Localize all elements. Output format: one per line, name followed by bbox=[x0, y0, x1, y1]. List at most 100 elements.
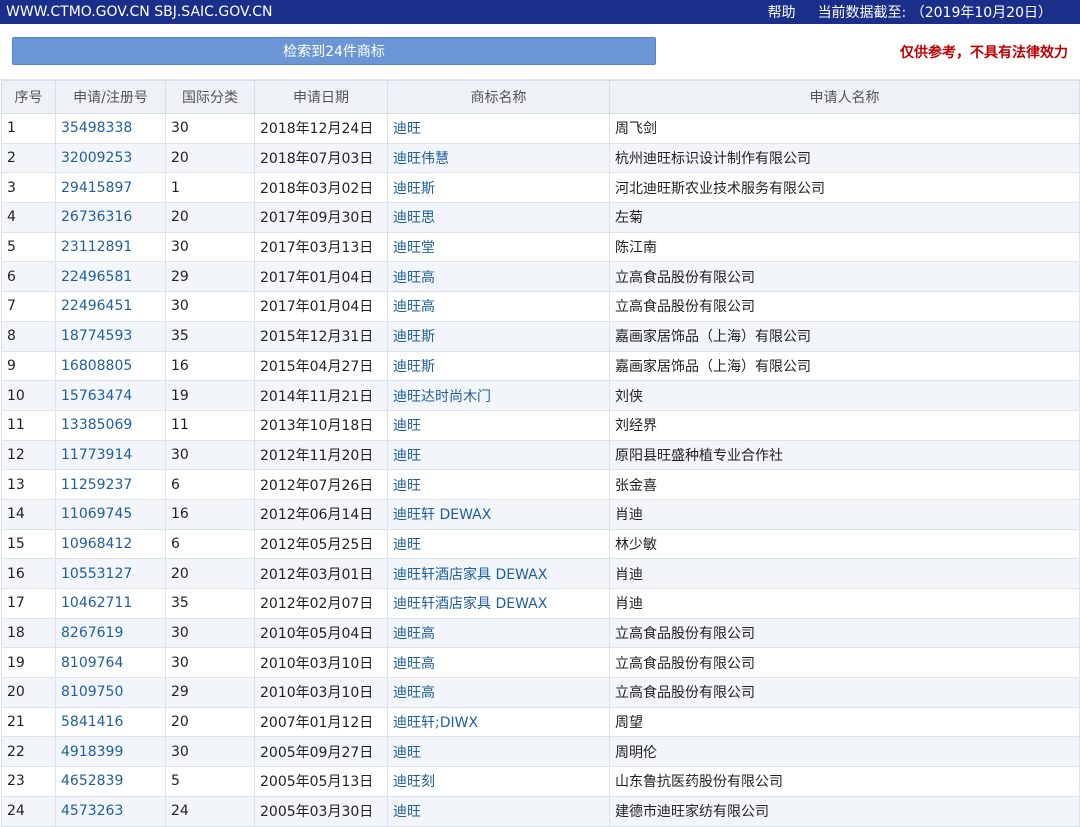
mark-name-link[interactable]: 迪旺斯 bbox=[387, 350, 610, 382]
reg-number-link[interactable]: 32009253 bbox=[55, 142, 166, 174]
applicant-name: 立高食品股份有限公司 bbox=[609, 647, 1080, 679]
applicant-name: 张金喜 bbox=[609, 469, 1080, 500]
reg-number-link[interactable]: 16808805 bbox=[55, 350, 166, 382]
mark-name-link[interactable]: 迪旺轩;DIWX bbox=[387, 706, 610, 738]
row-index: 13 bbox=[1, 469, 56, 500]
apply-date: 2010年03月10日 bbox=[254, 647, 388, 679]
reg-number-link[interactable]: 15763474 bbox=[55, 380, 166, 411]
table-row: 8 18774593 35 2015年12月31日 迪旺斯 嘉画家居饰品（上海）有限公司 bbox=[1, 320, 1080, 352]
reg-number-link[interactable]: 8109750 bbox=[55, 677, 166, 708]
applicant-name: 杭州迪旺标识设计制作有限公司 bbox=[609, 142, 1080, 174]
table-row: 5 23112891 30 2017年03月13日 迪旺堂 陈江南 bbox=[1, 231, 1080, 263]
applicant-name: 刘经界 bbox=[609, 409, 1080, 441]
intl-class: 20 bbox=[165, 142, 255, 174]
table-row: 20 8109750 29 2010年03月10日 迪旺高 立高食品股份有限公司 bbox=[1, 677, 1080, 708]
intl-class: 6 bbox=[165, 528, 255, 560]
intl-class: 29 bbox=[165, 261, 255, 293]
apply-date: 2017年01月04日 bbox=[254, 261, 388, 293]
data-date-info: 当前数据截至: （2019年10月20日） bbox=[818, 2, 1052, 22]
table-row: 18 8267619 30 2010年05月04日 迪旺高 立高食品股份有限公司 bbox=[1, 617, 1080, 649]
mark-name-link[interactable]: 迪旺 bbox=[387, 113, 610, 144]
mark-name-link[interactable]: 迪旺 bbox=[387, 528, 610, 560]
reg-number-link[interactable]: 8267619 bbox=[55, 617, 166, 649]
row-index: 5 bbox=[1, 231, 56, 263]
mark-name-link[interactable]: 迪旺斯 bbox=[387, 320, 610, 352]
reg-number-link[interactable]: 10968412 bbox=[55, 528, 166, 560]
mark-name-link[interactable]: 迪旺轩酒店家具 DEWAX bbox=[387, 558, 610, 589]
disclaimer-text: 仅供参考，不具有法律效力 bbox=[900, 45, 1068, 61]
reg-number-link[interactable]: 29415897 bbox=[55, 172, 166, 204]
intl-class: 35 bbox=[165, 588, 255, 619]
apply-date: 2005年09月27日 bbox=[254, 736, 388, 768]
reg-number-link[interactable]: 4573263 bbox=[55, 795, 166, 827]
intl-class: 30 bbox=[165, 617, 255, 649]
applicant-name: 原阳县旺盛种植专业合作社 bbox=[609, 439, 1080, 471]
apply-date: 2010年03月10日 bbox=[254, 677, 388, 708]
apply-date: 2018年07月03日 bbox=[254, 142, 388, 174]
table-row: 24 4573263 24 2005年03月30日 迪旺 建德市迪旺家纺有限公司 bbox=[1, 795, 1080, 827]
result-bar: 检索到24件商标 仅供参考，不具有法律效力 bbox=[0, 24, 1080, 80]
mark-name-link[interactable]: 迪旺高 bbox=[387, 647, 610, 679]
col-header-reg-no: 申请/注册号 bbox=[55, 80, 166, 114]
reg-number-link[interactable]: 18774593 bbox=[55, 320, 166, 352]
intl-class: 35 bbox=[165, 320, 255, 352]
reg-number-link[interactable]: 8109764 bbox=[55, 647, 166, 679]
reg-number-link[interactable]: 10553127 bbox=[55, 558, 166, 589]
table-row: 4 26736316 20 2017年09月30日 迪旺思 左菊 bbox=[1, 202, 1080, 233]
mark-name-link[interactable]: 迪旺高 bbox=[387, 291, 610, 322]
table-row: 23 4652839 5 2005年05月13日 迪旺刻 山东鲁抗医药股份有限公司 bbox=[1, 766, 1080, 797]
mark-name-link[interactable]: 迪旺 bbox=[387, 409, 610, 441]
reg-number-link[interactable]: 11069745 bbox=[55, 498, 166, 530]
applicant-name: 林少敏 bbox=[609, 528, 1080, 560]
mark-name-link[interactable]: 迪旺轩酒店家具 DEWAX bbox=[387, 588, 610, 619]
row-index: 16 bbox=[1, 558, 56, 589]
apply-date: 2015年04月27日 bbox=[254, 350, 388, 382]
reg-number-link[interactable]: 5841416 bbox=[55, 706, 166, 738]
mark-name-link[interactable]: 迪旺 bbox=[387, 795, 610, 827]
apply-date: 2018年03月02日 bbox=[254, 172, 388, 204]
reg-number-link[interactable]: 11773914 bbox=[55, 439, 166, 471]
intl-class: 30 bbox=[165, 291, 255, 322]
mark-name-link[interactable]: 迪旺堂 bbox=[387, 231, 610, 263]
reg-number-link[interactable]: 23112891 bbox=[55, 231, 166, 263]
table-row: 19 8109764 30 2010年03月10日 迪旺高 立高食品股份有限公司 bbox=[1, 647, 1080, 679]
mark-name-link[interactable]: 迪旺斯 bbox=[387, 172, 610, 204]
table-row: 7 22496451 30 2017年01月04日 迪旺高 立高食品股份有限公司 bbox=[1, 291, 1080, 322]
row-index: 22 bbox=[1, 736, 56, 768]
reg-number-link[interactable]: 13385069 bbox=[55, 409, 166, 441]
mark-name-link[interactable]: 迪旺高 bbox=[387, 261, 610, 293]
data-date-label: 当前数据截至: bbox=[817, 5, 907, 21]
applicant-name: 陈江南 bbox=[609, 231, 1080, 263]
result-count-button[interactable]: 检索到24件商标 bbox=[12, 37, 656, 65]
table-row: 2 32009253 20 2018年07月03日 迪旺伟慧 杭州迪旺标识设计制作有限公司 bbox=[1, 142, 1080, 174]
applicant-name: 嘉画家居饰品（上海）有限公司 bbox=[609, 350, 1080, 382]
help-link[interactable]: 帮助 bbox=[768, 2, 796, 22]
mark-name-link[interactable]: 迪旺 bbox=[387, 736, 610, 768]
reg-number-link[interactable]: 22496451 bbox=[55, 291, 166, 322]
reg-number-link[interactable]: 4652839 bbox=[55, 766, 166, 797]
apply-date: 2012年07月26日 bbox=[254, 469, 388, 500]
reg-number-link[interactable]: 26736316 bbox=[55, 202, 166, 233]
reg-number-link[interactable]: 35498338 bbox=[55, 113, 166, 144]
reg-number-link[interactable]: 22496581 bbox=[55, 261, 166, 293]
apply-date: 2015年12月31日 bbox=[254, 320, 388, 352]
row-index: 4 bbox=[1, 202, 56, 233]
mark-name-link[interactable]: 迪旺高 bbox=[387, 677, 610, 708]
apply-date: 2005年05月13日 bbox=[254, 766, 388, 797]
reg-number-link[interactable]: 11259237 bbox=[55, 469, 166, 500]
col-header-class: 国际分类 bbox=[165, 80, 255, 114]
mark-name-link[interactable]: 迪旺达时尚木门 bbox=[387, 380, 610, 411]
reg-number-link[interactable]: 4918399 bbox=[55, 736, 166, 768]
top-bar: WWW.CTMO.GOV.CN SBJ.SAIC.GOV.CN 帮助 当前数据截… bbox=[0, 0, 1080, 24]
mark-name-link[interactable]: 迪旺刻 bbox=[387, 766, 610, 797]
apply-date: 2012年03月01日 bbox=[254, 558, 388, 589]
mark-name-link[interactable]: 迪旺伟慧 bbox=[387, 142, 610, 174]
mark-name-link[interactable]: 迪旺思 bbox=[387, 202, 610, 233]
table-row: 1 35498338 30 2018年12月24日 迪旺 周飞剑 bbox=[1, 113, 1080, 144]
intl-class: 24 bbox=[165, 795, 255, 827]
reg-number-link[interactable]: 10462711 bbox=[55, 588, 166, 619]
mark-name-link[interactable]: 迪旺轩 DEWAX bbox=[387, 498, 610, 530]
mark-name-link[interactable]: 迪旺 bbox=[387, 469, 610, 500]
mark-name-link[interactable]: 迪旺 bbox=[387, 439, 610, 471]
mark-name-link[interactable]: 迪旺高 bbox=[387, 617, 610, 649]
